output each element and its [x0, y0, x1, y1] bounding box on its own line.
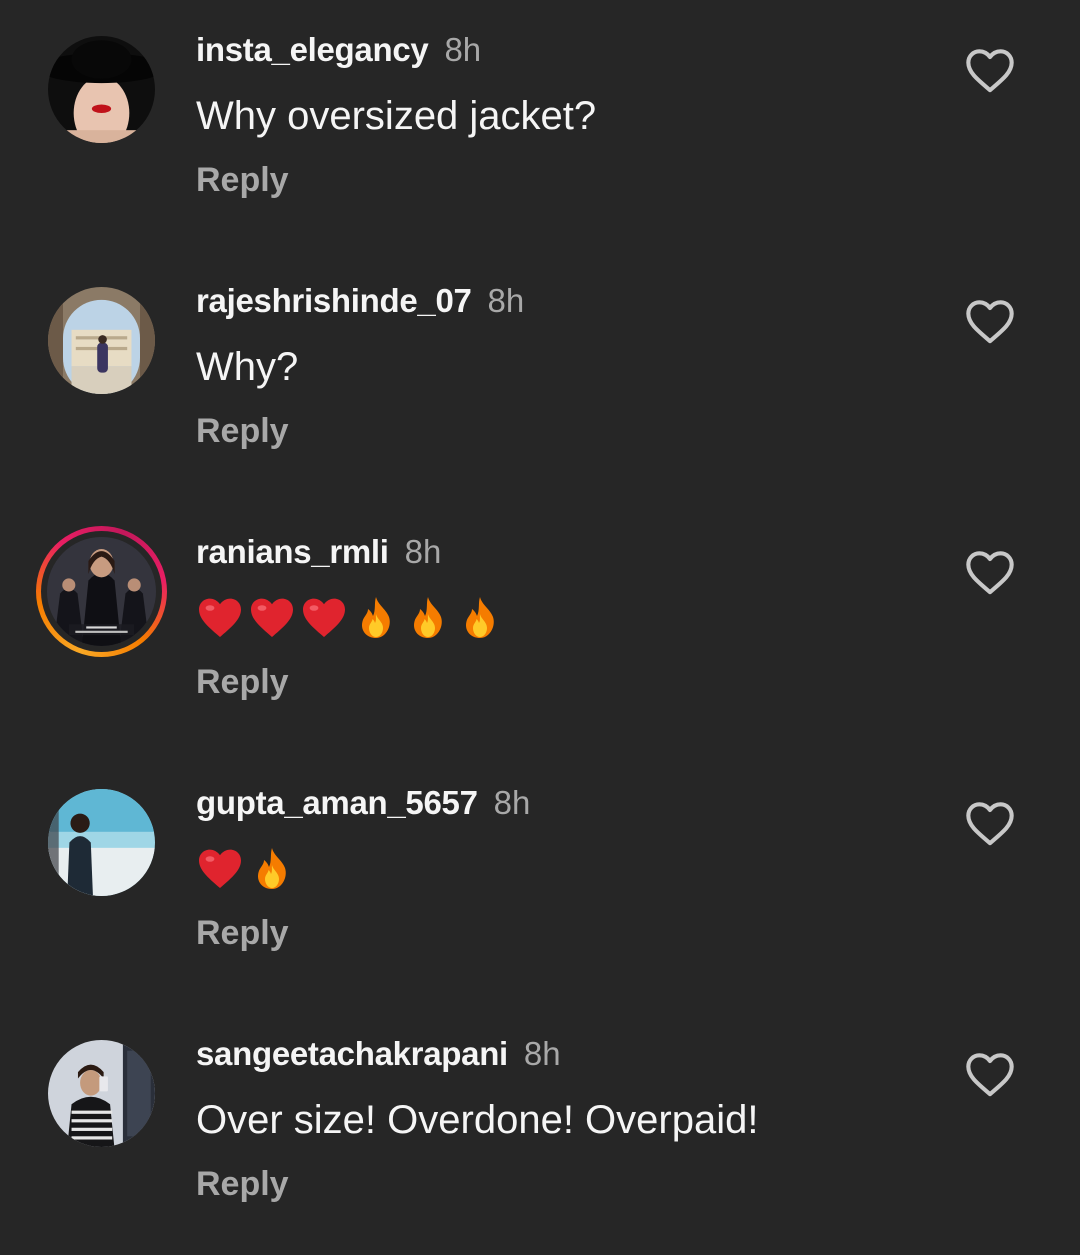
avatar[interactable] — [48, 789, 155, 896]
avatar-palace-photo-icon — [48, 287, 155, 394]
username[interactable]: sangeetachakrapani — [196, 1035, 508, 1072]
heart-outline-icon — [966, 1053, 1014, 1097]
red-heart-icon — [199, 598, 241, 637]
avatar-woman-hat-icon — [48, 36, 155, 143]
comment-text — [196, 845, 296, 893]
like-button[interactable] — [964, 46, 1016, 94]
reply-button[interactable]: Reply — [196, 1164, 289, 1204]
fire-icon — [413, 597, 442, 638]
comment-item: insta_elegancy 8h Why oversized jacket? R… — [0, 0, 1080, 251]
username[interactable]: ranians_rmli — [196, 533, 389, 570]
comment-item: sangeetachakrapani 8h Over size! Overdone… — [0, 1004, 1080, 1255]
avatar-beach-photo-icon — [48, 789, 155, 896]
comment-text — [196, 594, 504, 642]
like-button[interactable] — [964, 799, 1016, 847]
red-heart-icon — [199, 849, 241, 888]
comment-item: ranians_rmli 8h Reply — [0, 502, 1080, 753]
heart-outline-icon — [966, 802, 1014, 846]
like-button[interactable] — [964, 1050, 1016, 1098]
timestamp: 8h — [493, 784, 531, 821]
comment-header: ranians_rmli 8h — [196, 532, 441, 572]
timestamp: 8h — [404, 533, 442, 570]
heart-outline-icon — [966, 551, 1014, 595]
fire-icon — [257, 848, 286, 889]
comment-item: rajeshrishinde_07 8h Why? Reply — [0, 251, 1080, 502]
fire-icon — [465, 597, 494, 638]
reply-button[interactable]: Reply — [196, 160, 289, 200]
comment-text: Why oversized jacket? — [196, 94, 597, 138]
fire-icon — [361, 597, 390, 638]
avatar[interactable] — [48, 36, 155, 143]
red-heart-icon — [303, 598, 345, 637]
timestamp: 8h — [487, 282, 525, 319]
avatar[interactable] — [48, 287, 155, 394]
comment-text: Over size! Overdone! Overpaid! — [196, 1098, 759, 1142]
heart-outline-icon — [966, 300, 1014, 344]
comment-header: insta_elegancy 8h — [196, 30, 481, 70]
like-button[interactable] — [964, 297, 1016, 345]
timestamp: 8h — [444, 31, 482, 68]
avatar-rmli-poster-icon — [47, 537, 156, 646]
comment-header: sangeetachakrapani 8h — [196, 1034, 561, 1074]
comment-item: gupta_aman_5657 8h Reply — [0, 753, 1080, 1004]
username[interactable]: rajeshrishinde_07 — [196, 282, 472, 319]
avatar — [47, 537, 156, 646]
emoji-row — [196, 845, 296, 893]
avatar-story-ring[interactable] — [36, 526, 167, 657]
avatar-mirror-selfie-icon — [48, 1040, 155, 1147]
reply-button[interactable]: Reply — [196, 913, 289, 953]
reply-button[interactable]: Reply — [196, 662, 289, 702]
username[interactable]: insta_elegancy — [196, 31, 429, 68]
comment-text: Why? — [196, 345, 299, 389]
reply-button[interactable]: Reply — [196, 411, 289, 451]
username[interactable]: gupta_aman_5657 — [196, 784, 478, 821]
avatar[interactable] — [48, 1040, 155, 1147]
heart-outline-icon — [966, 49, 1014, 93]
red-heart-icon — [251, 598, 293, 637]
emoji-row — [196, 594, 504, 642]
timestamp: 8h — [523, 1035, 561, 1072]
comment-header: rajeshrishinde_07 8h — [196, 281, 524, 321]
like-button[interactable] — [964, 548, 1016, 596]
comment-header: gupta_aman_5657 8h — [196, 783, 530, 823]
